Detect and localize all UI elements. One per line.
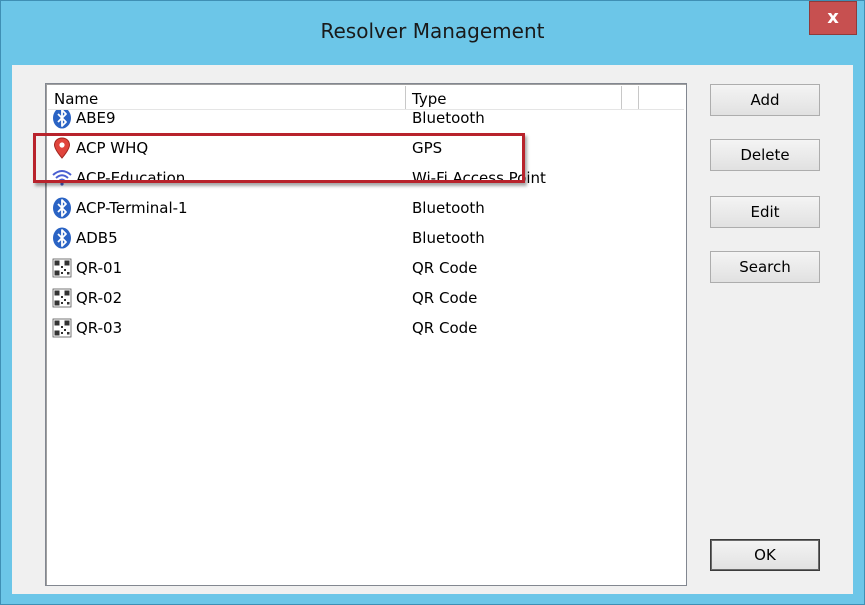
- item-name: ABE9: [76, 109, 116, 127]
- item-type: Bluetooth: [412, 229, 485, 247]
- delete-button[interactable]: Delete: [710, 139, 820, 171]
- item-name: ACP-Education: [76, 169, 186, 187]
- bluetooth-icon: [52, 197, 72, 219]
- item-type: GPS: [412, 139, 443, 157]
- column-header-filler: [622, 86, 639, 109]
- item-name: ACP-Terminal-1: [76, 199, 188, 217]
- item-name: QR-01: [76, 259, 123, 277]
- list-item[interactable]: QR-01 QR Code: [50, 253, 670, 283]
- list-item[interactable]: ACP-Terminal-1 Bluetooth: [50, 193, 670, 223]
- item-type: QR Code: [412, 319, 478, 337]
- item-name: QR-03: [76, 319, 123, 337]
- map-pin-icon: [52, 137, 72, 159]
- list-item[interactable]: QR-02 QR Code: [50, 283, 670, 313]
- qr-code-icon: [52, 257, 72, 279]
- item-name: ADB5: [76, 229, 118, 247]
- list-item[interactable]: ACP-Education Wi-Fi Access Point: [50, 163, 670, 193]
- column-header-type[interactable]: Type: [406, 86, 622, 109]
- close-button[interactable]: x: [809, 1, 857, 35]
- list-header-overlay: Name Type: [48, 86, 684, 110]
- add-button[interactable]: Add: [710, 84, 820, 116]
- close-icon: x: [827, 7, 839, 28]
- wifi-icon: [52, 167, 72, 189]
- qr-code-icon: [52, 317, 72, 339]
- edit-button[interactable]: Edit: [710, 196, 820, 228]
- resolver-list[interactable]: Name Type ABE9 Bluetooth: [45, 83, 687, 586]
- qr-code-icon: [52, 287, 72, 309]
- bluetooth-icon: [52, 227, 72, 249]
- column-header-name[interactable]: Name: [48, 86, 406, 109]
- search-button[interactable]: Search: [710, 251, 820, 283]
- bluetooth-icon: [52, 107, 72, 129]
- title-bar[interactable]: Resolver Management x: [1, 1, 864, 65]
- window-title: Resolver Management: [320, 19, 545, 43]
- item-name: ACP WHQ: [76, 139, 149, 157]
- item-type: QR Code: [412, 259, 478, 277]
- item-type: Bluetooth: [412, 109, 485, 127]
- list-item[interactable]: QR-03 QR Code: [50, 313, 670, 343]
- item-type: QR Code: [412, 289, 478, 307]
- item-name: QR-02: [76, 289, 123, 307]
- ok-button[interactable]: OK: [710, 539, 820, 571]
- resolver-management-window: Resolver Management x Name Type ABE9: [0, 0, 865, 605]
- dialog-client-area: Name Type ABE9 Bluetooth: [12, 65, 853, 594]
- list-item[interactable]: ADB5 Bluetooth: [50, 223, 670, 253]
- list-item[interactable]: ACP WHQ GPS: [50, 133, 670, 163]
- item-type: Bluetooth: [412, 199, 485, 217]
- item-type: Wi-Fi Access Point: [412, 169, 546, 187]
